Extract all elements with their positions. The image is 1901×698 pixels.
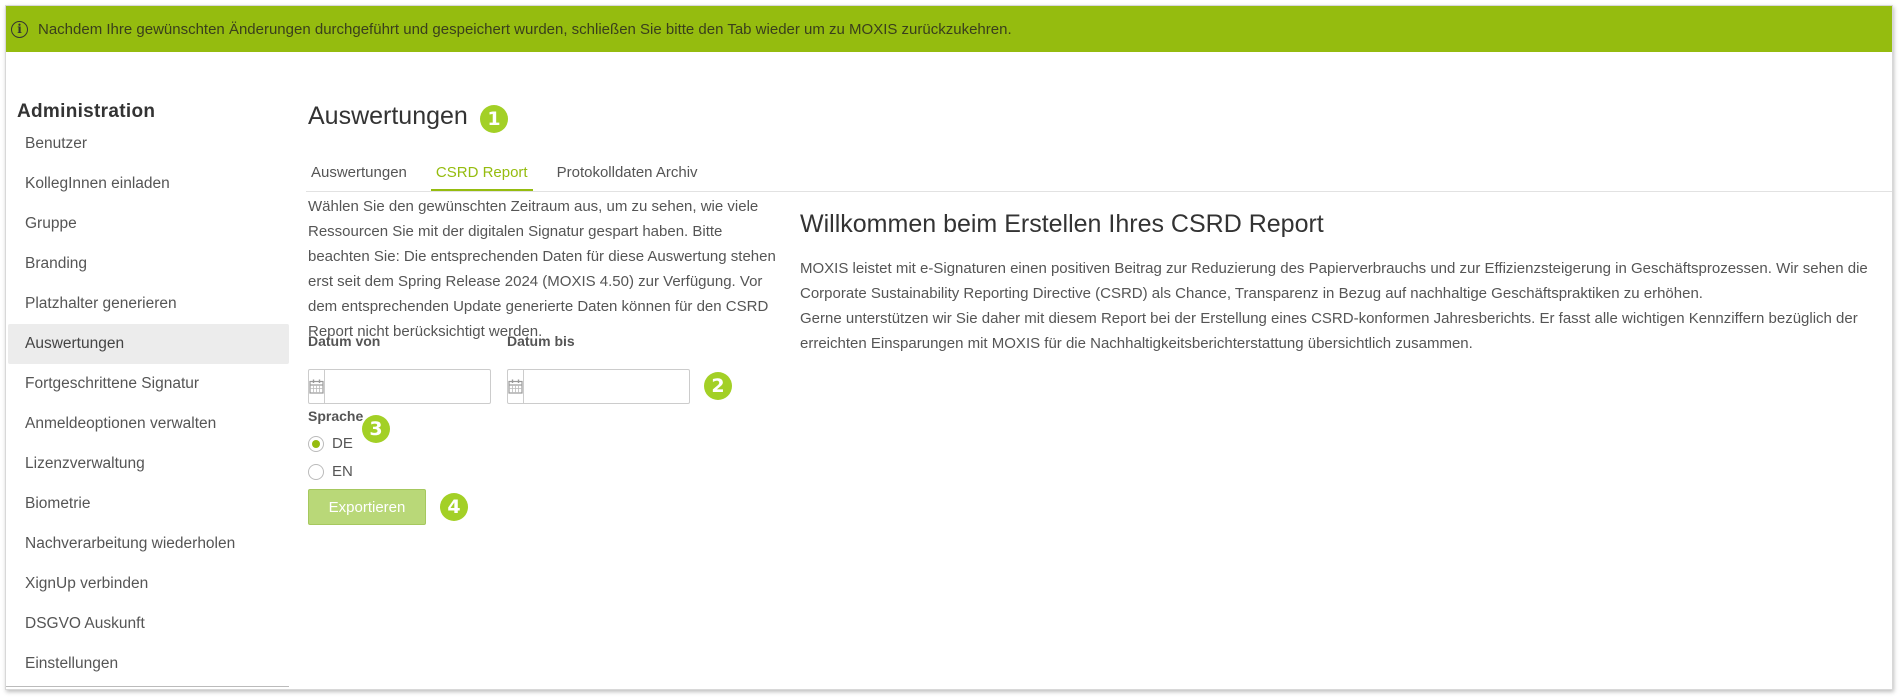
tab-csrd-report[interactable]: CSRD Report — [430, 162, 533, 191]
annotation-badge-1: 1 — [480, 105, 508, 133]
language-label: Sprache — [308, 408, 364, 424]
date-from-field[interactable] — [308, 369, 514, 404]
info-banner: i Nachdem Ihre gewünschten Änderungen du… — [6, 6, 1892, 52]
welcome-title: Willkommen beim Erstellen Ihres CSRD Rep… — [800, 210, 1324, 238]
calendar-icon[interactable] — [309, 370, 325, 403]
sidebar-item-branding[interactable]: Branding — [8, 244, 289, 284]
app-window: i Nachdem Ihre gewünschten Änderungen du… — [5, 5, 1893, 690]
sidebar-divider — [6, 686, 289, 687]
tab-protokolldaten-archiv[interactable]: Protokolldaten Archiv — [552, 162, 703, 191]
calendar-icon[interactable] — [508, 370, 524, 403]
page-title: Auswertungen — [308, 102, 468, 130]
sidebar-item-lizenzverwaltung[interactable]: Lizenzverwaltung — [8, 444, 289, 484]
sidebar-item-nachverarbeitung-wiederholen[interactable]: Nachverarbeitung wiederholen — [8, 524, 289, 564]
date-to-input[interactable] — [524, 370, 713, 403]
radio-selected-dot — [312, 439, 320, 448]
language-option-en[interactable]: EN — [308, 463, 353, 480]
sidebar-item-kolleginnen-einladen[interactable]: KollegInnen einladen — [8, 164, 289, 204]
sidebar-item-gruppe[interactable]: Gruppe — [8, 204, 289, 244]
welcome-paragraph-1: MOXIS leistet mit e-Signaturen einen pos… — [800, 260, 1868, 302]
radio-button-en[interactable] — [308, 463, 324, 480]
info-icon: i — [11, 20, 28, 38]
sidebar: Administration Benutzer KollegInnen einl… — [6, 52, 289, 689]
welcome-text: MOXIS leistet mit e-Signaturen einen pos… — [800, 256, 1890, 356]
main-content: Auswertungen Auswertungen CSRD Report Pr… — [306, 52, 1892, 689]
welcome-paragraph-2: Gerne unterstützen wir Sie daher mit die… — [800, 310, 1858, 352]
language-option-de[interactable]: DE — [308, 435, 353, 452]
sidebar-item-platzhalter-generieren[interactable]: Platzhalter generieren — [8, 284, 289, 324]
date-from-label: Datum von — [308, 333, 381, 349]
banner-message: Nachdem Ihre gewünschten Änderungen durc… — [38, 20, 1012, 38]
sidebar-item-auswertungen[interactable]: Auswertungen — [8, 324, 289, 364]
sidebar-item-biometrie[interactable]: Biometrie — [8, 484, 289, 524]
sidebar-menu: Benutzer KollegInnen einladen Gruppe Bra… — [8, 124, 289, 684]
radio-button-de[interactable] — [308, 435, 324, 452]
annotation-badge-4: 4 — [440, 493, 468, 521]
language-option-en-label: EN — [332, 463, 353, 480]
report-description: Wählen Sie den gewünschten Zeitraum aus,… — [308, 198, 776, 340]
date-to-field[interactable] — [507, 369, 713, 404]
sidebar-item-dsgvo-auskunft[interactable]: DSGVO Auskunft — [8, 604, 289, 644]
language-option-de-label: DE — [332, 435, 353, 452]
sidebar-item-einstellungen[interactable]: Einstellungen — [8, 644, 289, 684]
tab-bar: Auswertungen CSRD Report Protokolldaten … — [306, 162, 1892, 192]
date-to-label: Datum bis — [507, 333, 575, 349]
sidebar-item-benutzer[interactable]: Benutzer — [8, 124, 289, 164]
sidebar-heading: Administration — [17, 101, 156, 122]
sidebar-item-xignup-verbinden[interactable]: XignUp verbinden — [8, 564, 289, 604]
date-from-input[interactable] — [325, 370, 514, 403]
export-button[interactable]: Exportieren — [308, 489, 426, 525]
sidebar-item-fortgeschrittene-signatur[interactable]: Fortgeschrittene Signatur — [8, 364, 289, 404]
annotation-badge-3: 3 — [362, 415, 390, 443]
tab-auswertungen[interactable]: Auswertungen — [306, 162, 412, 191]
sidebar-item-anmeldeoptionen-verwalten[interactable]: Anmeldeoptionen verwalten — [8, 404, 289, 444]
annotation-badge-2: 2 — [704, 372, 732, 400]
